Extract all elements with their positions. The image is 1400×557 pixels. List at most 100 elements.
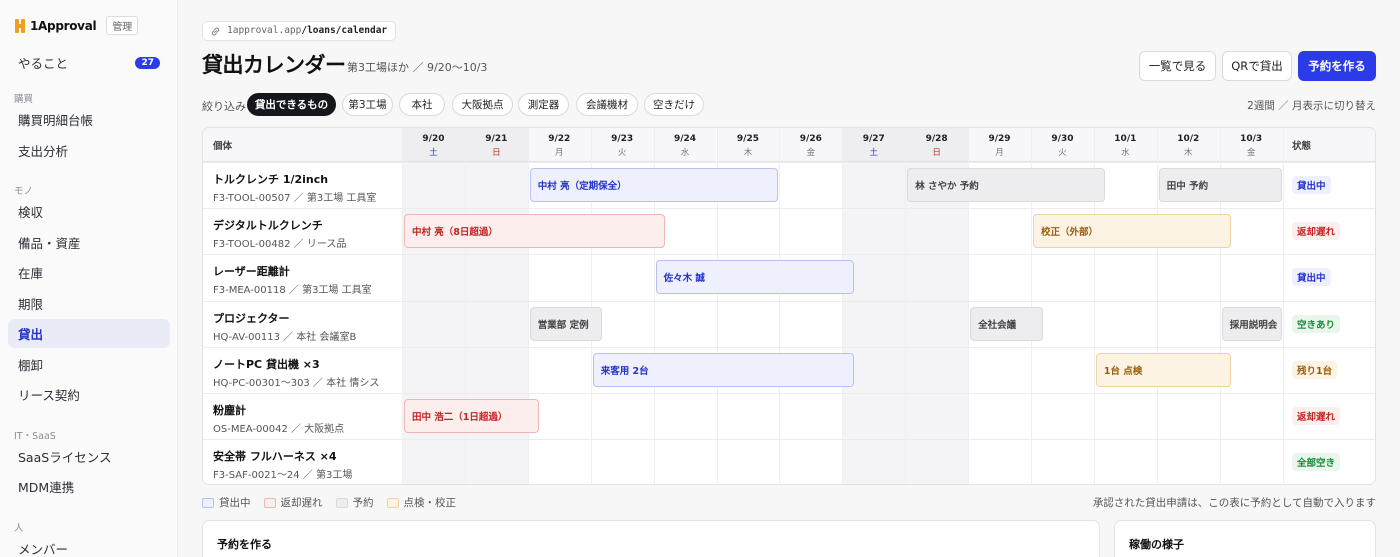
- filter-chip-2[interactable]: 本社: [399, 93, 445, 116]
- asset-meta: F3-MEA-00118 ／ 第3工場 工具室: [213, 285, 372, 297]
- day-weekday: 金: [1246, 148, 1256, 158]
- asset-name: 安全帯 フルハーネス ×4: [213, 450, 337, 464]
- asset-row-label[interactable]: ノートPC 貸出機 ×3 HQ-PC-00301〜303 ／ 本社 情シス: [213, 356, 379, 389]
- day-weekday: 木: [743, 148, 753, 158]
- asset-row-label[interactable]: 安全帯 フルハーネス ×4 F3-SAF-0021〜24 ／ 第3工場: [213, 448, 352, 481]
- day-header: 10/1 水: [1093, 128, 1157, 162]
- sidebar-item-label: やること: [18, 56, 69, 71]
- logo-icon: [15, 18, 26, 33]
- booking-bar-loan[interactable]: 中村 亮（定期保全）: [529, 168, 779, 202]
- day-header: 9/24 水: [653, 128, 717, 162]
- sidebar-item-1-3[interactable]: 期限: [8, 289, 170, 318]
- list-view-button[interactable]: 一覧で見る: [1139, 51, 1216, 81]
- app-logo[interactable]: 1Approval 管理: [15, 16, 139, 35]
- filter-chip-3[interactable]: 大阪拠点: [452, 93, 513, 116]
- sidebar-item-2-0[interactable]: SaaSライセンス: [8, 442, 170, 471]
- url-path: /loans/calendar: [301, 25, 388, 36]
- auto-reservation-note: 承認された貸出申請は、この表に予約として自動で入ります: [1092, 497, 1376, 509]
- filter-chip-5[interactable]: 会議機材: [576, 93, 638, 116]
- sidebar-item-0-0[interactable]: 購買明細台帳: [8, 105, 170, 134]
- sidebar-item-label: 貸出: [18, 327, 44, 342]
- asset-row-label[interactable]: プロジェクター HQ-AV-00113 ／ 本社 会議室B: [213, 310, 356, 343]
- grid-hline: [203, 300, 1375, 302]
- day-weekday: 金: [806, 148, 816, 158]
- sidebar-item-1-4[interactable]: 貸出: [8, 319, 170, 348]
- filter-label: 絞り込み: [202, 100, 246, 113]
- sidebar-item-label: MDM連携: [18, 480, 75, 495]
- day-weekday: 土: [869, 148, 878, 158]
- filter-chip-1[interactable]: 第3工場: [342, 93, 393, 116]
- sidebar-item-label: 在庫: [18, 266, 44, 281]
- day-weekday: 月: [995, 148, 1004, 158]
- view-toggle-link[interactable]: 2週間 ／ 月表示に切り替え: [1247, 98, 1376, 113]
- sidebar-item-1-2[interactable]: 在庫: [8, 258, 170, 287]
- booking-bar-overdue[interactable]: 田中 浩二（1日超過）: [404, 399, 540, 433]
- booking-bar-maint[interactable]: 校正（外部）: [1033, 214, 1232, 249]
- status-column-header: 状態: [1283, 128, 1375, 162]
- sidebar-item-label: 棚卸: [18, 357, 44, 373]
- day-header: 9/30 火: [1031, 128, 1094, 162]
- asset-name: プロジェクター: [213, 311, 290, 325]
- grid-hline: [203, 393, 1375, 394]
- day-weekday: 日: [932, 148, 941, 158]
- day-weekday: 火: [1058, 148, 1067, 158]
- app-name: 1Approval: [30, 18, 97, 33]
- legend-label: 返却遅れ: [280, 497, 323, 509]
- asset-row-label[interactable]: トルクレンチ 1/2inch F3-TOOL-00507 ／ 第3工場 工具室: [213, 171, 376, 204]
- status-header-label: 状態: [1292, 141, 1312, 152]
- sidebar-item-3-0[interactable]: メンバー: [8, 534, 170, 557]
- filter-chip-6[interactable]: 空きだけ: [644, 93, 704, 116]
- sidebar-item-label: 検収: [18, 205, 44, 220]
- day-header: 9/22 月: [527, 128, 591, 162]
- booking-bar-reserve[interactable]: 営業部 定例: [529, 306, 603, 341]
- day-weekday: 土: [429, 148, 438, 158]
- sidebar-item-1-6[interactable]: リース契約: [8, 380, 170, 409]
- asset-meta: F3-TOOL-00507 ／ 第3工場 工具室: [213, 193, 377, 204]
- sidebar-item-1-1[interactable]: 備品・資産: [8, 228, 170, 257]
- booking-bar-reserve[interactable]: 林 さやか 予約: [907, 168, 1106, 202]
- day-date: 9/22: [548, 134, 571, 144]
- sidebar-item-1-5[interactable]: 棚卸: [8, 350, 170, 379]
- day-date: 10/3: [1240, 134, 1263, 144]
- day-header: 10/3 金: [1219, 128, 1283, 162]
- url-host: 1approval.app: [227, 25, 302, 36]
- page-subtitle: 第3工場ほか ／ 9/20〜10/3: [347, 61, 488, 74]
- booking-bar-reserve[interactable]: 採用説明会: [1221, 306, 1282, 341]
- grid-hline: [203, 254, 1375, 256]
- legend-item-maint: 点検・校正: [386, 495, 456, 510]
- legend-swatch: [335, 497, 348, 508]
- admin-badge: 管理: [106, 16, 139, 35]
- booking-bar-overdue[interactable]: 中村 亮（8日超過）: [404, 214, 666, 249]
- booking-bar-reserve[interactable]: 全社会議: [970, 306, 1043, 341]
- url-bar[interactable]: 1approval.app/loans/calendar: [202, 21, 397, 41]
- page-title: 貸出カレンダー: [202, 53, 346, 77]
- day-weekday: 火: [617, 148, 627, 158]
- day-date: 9/24: [674, 134, 697, 144]
- asset-row-label[interactable]: レーザー距離計 F3-MEA-00118 ／ 第3工場 工具室: [213, 263, 372, 296]
- asset-name: デジタルトルクレンチ: [213, 219, 323, 233]
- booking-bar-loan[interactable]: 佐々木 誠: [655, 260, 854, 295]
- qr-loan-button[interactable]: QRで貸出: [1222, 51, 1292, 81]
- asset-row-label[interactable]: 粉塵計 OS-MEA-00042 ／ 大阪拠点: [213, 402, 344, 435]
- create-reservation-card-title: 予約を作る: [217, 538, 272, 551]
- booking-bar-loan[interactable]: 来客用 2台: [592, 352, 854, 387]
- sidebar-item-label: SaaSライセンス: [18, 449, 112, 465]
- legend-swatch: [263, 497, 276, 508]
- filter-chip-4[interactable]: 測定器: [518, 93, 569, 116]
- status-badge: 全部空き: [1292, 453, 1341, 472]
- day-header: 9/21 日: [464, 128, 528, 162]
- sidebar-item-1-0[interactable]: 検収: [8, 197, 170, 226]
- asset-name: トルクレンチ 1/2inch: [213, 173, 329, 186]
- sidebar-item-todo[interactable]: やること 27: [8, 48, 170, 77]
- status-badge: 貸出中: [1292, 268, 1331, 287]
- sidebar-item-label: リース契約: [18, 388, 80, 403]
- booking-bar-maint[interactable]: 1台 点検: [1095, 352, 1232, 387]
- day-weekday: 水: [680, 148, 690, 158]
- sidebar-item-2-1[interactable]: MDM連携: [8, 472, 170, 501]
- create-reservation-button[interactable]: 予約を作る: [1298, 51, 1376, 81]
- booking-bar-reserve[interactable]: 田中 予約: [1158, 168, 1282, 202]
- sidebar-section-title: 人: [14, 522, 24, 534]
- asset-row-label[interactable]: デジタルトルクレンチ F3-TOOL-00482 ／ リース品: [213, 217, 346, 250]
- sidebar-item-0-1[interactable]: 支出分析: [8, 136, 170, 165]
- filter-chip-0[interactable]: 貸出できるもの: [247, 93, 336, 116]
